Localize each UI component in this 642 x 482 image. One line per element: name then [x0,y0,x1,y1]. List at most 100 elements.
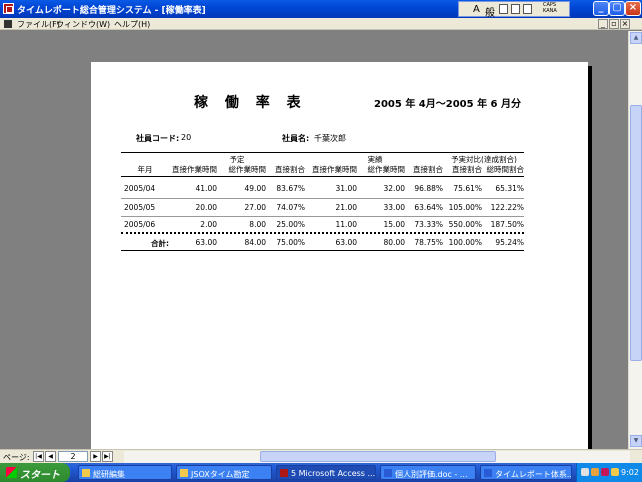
folder-icon [180,469,188,477]
first-page-button[interactable]: |◀ [33,451,44,462]
report-page: 稼 働 率 表 2005 年 4月～2005 年 6 月分 社員コード: 20 … [91,62,588,449]
access-icon [280,469,288,477]
column-header: 総時間割合 [486,165,525,174]
ime-toolbar: A 般 CAPS KANA [458,1,570,19]
column-header: 総作業時間 [367,165,406,174]
vertical-scrollbar[interactable]: ▲ ▼ [628,31,642,449]
employee-code-value: 20 [181,133,192,142]
table-cell: 83.67% [276,184,305,193]
child-restore-button[interactable]: ▫ [609,19,619,29]
report-title: 稼 働 率 表 [194,95,307,111]
scroll-down-button[interactable]: ▼ [630,435,642,447]
horizontal-scroll-thumb[interactable] [260,451,496,462]
table-cell: 96.88% [414,184,443,193]
taskbar-item[interactable]: タイムレポート体系... [480,465,572,480]
table-cell: 25.00% [276,220,305,229]
app-icon[interactable] [3,3,14,14]
employee-code-label: 社員コード: [136,134,180,143]
column-header: 直接割合 [275,165,305,174]
ime-pad-icon[interactable] [511,4,520,14]
table-cell: 8.00 [249,220,266,229]
column-header: 直接作業時間 [172,165,217,174]
table-cell: 187.50% [490,220,524,229]
table-cell: 2.00 [200,220,217,229]
start-button[interactable]: スタート [0,463,70,482]
total-cell: 95.24% [495,238,524,247]
maximize-button[interactable]: ▢ [609,1,625,16]
window-title: タイムレポート総合管理システム - [稼働率表] [17,6,206,16]
scroll-up-button[interactable]: ▲ [630,32,642,44]
ime-mode-button[interactable]: A [473,4,480,15]
network-icon[interactable] [591,468,599,476]
column-header: 直接割合 [452,165,482,174]
title-bar: タイムレポート総合管理システム - [稼働率表] A 般 CAPS KANA _… [0,0,642,19]
cell-month: 2005/06 [124,220,156,229]
menu-file[interactable]: ファイル(F) [17,19,60,30]
caps-kana-indicator: CAPS KANA [543,2,557,14]
header-rule [121,176,524,177]
table-cell: 75.61% [453,184,482,193]
menu-help[interactable]: ヘルプ(H) [114,19,150,30]
column-header: 総作業時間 [228,165,267,174]
total-cell: 84.00 [244,238,266,247]
table-cell: 11.00 [335,220,357,229]
last-page-button[interactable]: ▶| [102,451,113,462]
minimize-button[interactable]: _ [593,1,609,16]
taskbar-item-label: 総研編集 [93,470,125,479]
taskbar-item[interactable]: 5 Microsoft Access ... [276,465,376,480]
next-page-button[interactable]: ▶ [90,451,101,462]
menu-window[interactable]: ウィンドウ(W) [56,19,110,30]
table-cell: 21.00 [335,203,357,212]
system-tray: 9:02 [576,463,642,482]
total-rule [121,232,524,234]
ime-help-icon[interactable] [523,4,532,14]
start-label: スタート [20,470,60,481]
column-header: 年月 [137,165,153,174]
word-icon [384,469,392,477]
taskbar-item[interactable]: 総研編集 [78,465,172,480]
security-icon[interactable] [601,468,609,476]
taskbar-item[interactable]: 個人別評価.doc - ... [380,465,476,480]
table-cell: 122.22% [490,203,524,212]
table-cell: 31.00 [335,184,357,193]
table-cell: 73.33% [414,220,443,229]
total-cell: 80.00 [383,238,405,247]
employee-name-value: 千葉次郎 [314,134,346,143]
page-number-input[interactable]: 2 [58,451,88,462]
column-header: 直接作業時間 [312,165,357,174]
table-cell: 32.00 [383,184,405,193]
employee-name-label: 社員名: [282,134,310,143]
taskbar-item-label: タイムレポート体系... [495,470,572,479]
table-cell: 33.00 [383,203,405,212]
row-rule [121,216,524,217]
cell-month: 2005/04 [124,184,156,193]
row-rule [121,198,524,199]
folder-icon [82,469,90,477]
total-cell: 78.75% [414,238,443,247]
table-cell: 41.00 [195,184,217,193]
cell-month: 2005/05 [124,203,156,212]
column-header: 直接割合 [413,165,443,174]
close-button[interactable]: × [625,1,641,16]
table-cell: 27.00 [244,203,266,212]
horizontal-scrollbar[interactable] [124,451,630,463]
page-label: ページ: [3,453,30,462]
back-arrow-icon[interactable] [581,468,589,476]
ime-dictionary-icon[interactable] [499,4,508,14]
taskbar: スタート 総研編集 JSOXタイム勘定 5 Microsoft Access .… [0,463,642,482]
total-label: 合計: [151,239,169,248]
table-top-rule [121,152,524,153]
windows-logo-icon [6,467,17,478]
ime-kana-button[interactable]: 般 [485,4,495,19]
previous-page-button[interactable]: ◀ [45,451,56,462]
table-cell: 15.00 [383,220,405,229]
vertical-scroll-thumb[interactable] [630,105,642,361]
document-icon[interactable] [4,20,12,28]
table-bottom-rule [121,250,524,251]
child-close-button[interactable]: × [620,19,630,29]
taskbar-item[interactable]: JSOXタイム勘定 [176,465,272,480]
table-cell: 49.00 [244,184,266,193]
child-minimize-button[interactable]: _ [598,19,608,29]
tool-icon[interactable] [611,468,619,476]
taskbar-item-label: JSOXタイム勘定 [191,470,250,479]
